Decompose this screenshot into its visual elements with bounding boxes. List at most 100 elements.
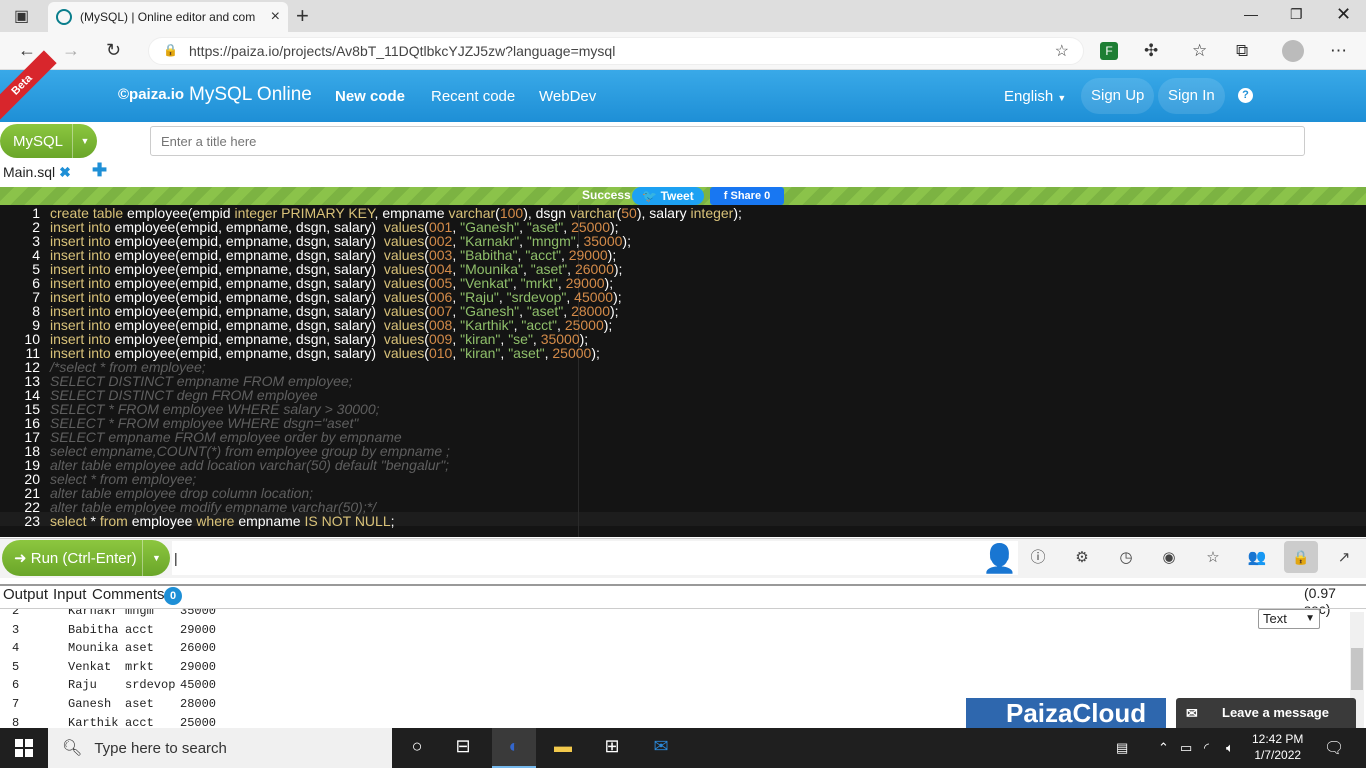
extension-icon[interactable]: F xyxy=(1100,42,1118,60)
code-line[interactable]: select * from employee; xyxy=(50,472,196,486)
leave-message-button[interactable]: ✉ Leave a message xyxy=(1176,698,1356,728)
language-label: English xyxy=(1004,88,1054,105)
minimize-icon[interactable]: — xyxy=(1244,6,1258,22)
collaborators-icon[interactable]: 👥 xyxy=(1241,544,1273,572)
wifi-icon[interactable]: ◜ xyxy=(1204,740,1209,756)
tab-input[interactable]: Input xyxy=(53,586,86,603)
tab-comments[interactable]: Comments xyxy=(92,586,165,603)
code-line[interactable]: select empname,COUNT(*) from employee gr… xyxy=(50,444,450,458)
task-view-icon[interactable]: ⊟ xyxy=(448,736,478,760)
output-scroll-thumb[interactable] xyxy=(1351,648,1363,690)
help-icon[interactable]: ? xyxy=(1238,88,1253,103)
signin-button[interactable]: Sign In xyxy=(1158,78,1225,114)
code-line[interactable]: select * from employee where empname IS … xyxy=(50,514,395,528)
code-line[interactable]: insert into employee(empid, empname, dsg… xyxy=(50,332,588,346)
more-menu-icon[interactable]: ⋯ xyxy=(1330,41,1347,61)
signup-button[interactable]: Sign Up xyxy=(1081,78,1155,114)
new-tab-icon[interactable]: + xyxy=(296,4,309,28)
code-line[interactable]: insert into employee(empid, empname, dsg… xyxy=(50,248,616,262)
code-line[interactable]: SELECT DISTINCT degn FROM employee xyxy=(50,388,318,402)
code-line[interactable]: insert into employee(empid, empname, dsg… xyxy=(50,220,619,234)
code-line[interactable]: alter table employee modify empname varc… xyxy=(50,500,376,514)
language-select[interactable]: English ▼ xyxy=(1004,88,1066,105)
paiza-logo[interactable]: ©paiza.io xyxy=(118,86,184,103)
line-number: 18 xyxy=(24,443,40,459)
code-line[interactable]: SELECT * FROM employee WHERE dsgn="aset" xyxy=(50,416,358,430)
restore-icon[interactable]: ❐ xyxy=(1290,6,1303,23)
edge-browser-icon[interactable]: ◐ xyxy=(499,736,529,760)
extensions-puzzle-icon[interactable]: ✣ xyxy=(1144,41,1158,61)
tweet-button[interactable]: 🐦 Tweet xyxy=(632,187,704,205)
share-button[interactable]: f Share 0 xyxy=(710,187,784,205)
code-line[interactable]: insert into employee(empid, empname, dsg… xyxy=(50,276,613,290)
stdin-input[interactable]: | xyxy=(172,541,1018,575)
code-line[interactable]: SELECT * FROM employee WHERE salary > 30… xyxy=(50,402,380,416)
windows-start-icon[interactable] xyxy=(15,739,33,757)
close-file-icon[interactable]: ✖ xyxy=(59,164,71,180)
forward-icon[interactable]: → xyxy=(62,40,80,61)
history-clock-icon[interactable]: ◷ xyxy=(1110,544,1142,572)
site-brand[interactable]: MySQL Online xyxy=(189,84,312,106)
tab-output[interactable]: Output xyxy=(3,586,48,603)
news-icon[interactable]: ▤ xyxy=(1116,740,1128,756)
paizacloud-banner[interactable]: PaizaCloud xyxy=(966,698,1166,728)
nav-webdev[interactable]: WebDev xyxy=(539,88,596,105)
cortana-icon[interactable]: ○ xyxy=(402,736,432,760)
nav-recent-code[interactable]: Recent code xyxy=(431,88,515,105)
run-options-chevron-icon[interactable]: ▼ xyxy=(142,540,170,576)
favorites-icon[interactable]: ☆ xyxy=(1192,41,1207,61)
lock-icon[interactable]: 🔒 xyxy=(1284,541,1318,573)
battery-icon[interactable]: ▭ xyxy=(1180,740,1192,756)
output-cell: 26000 xyxy=(180,641,217,656)
refresh-icon[interactable]: ↻ xyxy=(106,40,121,61)
run-label: Run (Ctrl-Enter) xyxy=(30,550,137,567)
chevron-down-icon[interactable]: ▼ xyxy=(72,124,97,158)
close-window-icon[interactable]: ✕ xyxy=(1336,4,1351,25)
code-line[interactable]: insert into employee(empid, empname, dsg… xyxy=(50,262,622,276)
share-external-icon[interactable]: ↗ xyxy=(1328,544,1360,572)
show-hidden-icons-chevron[interactable]: ⌃ xyxy=(1158,740,1169,756)
taskbar-clock[interactable]: 12:42 PM 1/7/2022 xyxy=(1252,731,1303,763)
code-line[interactable]: SELECT DISTINCT empname FROM employee; xyxy=(50,374,353,388)
code-line[interactable]: SELECT empname FROM employee order by em… xyxy=(50,430,402,444)
settings-gear-icon[interactable]: ⚙ xyxy=(1066,544,1098,572)
star-icon[interactable]: ☆ xyxy=(1197,544,1229,572)
github-icon[interactable]: ◉ xyxy=(1153,544,1185,572)
line-number: 16 xyxy=(24,415,40,431)
file-tab[interactable]: Main.sql ✖ xyxy=(3,164,71,181)
notifications-icon[interactable]: 🗨︎ xyxy=(1324,738,1344,758)
close-tab-icon[interactable]: × xyxy=(271,8,280,26)
add-favorite-icon[interactable]: ☆ xyxy=(1055,41,1069,61)
code-line[interactable]: alter table employee add location varcha… xyxy=(50,458,449,472)
tab-actions-icon[interactable]: ▣ xyxy=(14,6,29,26)
output-format-select[interactable]: Text ▼ xyxy=(1258,609,1320,629)
run-button[interactable]: ➜ Run (Ctrl-Enter) ▼ xyxy=(2,540,170,576)
profile-avatar-icon[interactable] xyxy=(1282,40,1304,62)
code-line[interactable]: alter table employee drop column locatio… xyxy=(50,486,313,500)
info-icon[interactable]: ⓘ xyxy=(1022,544,1054,572)
code-lines[interactable]: 1 create table employee(empid integer PRI… xyxy=(0,206,1366,536)
url-field[interactable]: 🔒 https://paiza.io/projects/Av8bT_11DQtl… xyxy=(148,37,1084,65)
store-icon[interactable]: ⊞ xyxy=(597,736,627,760)
code-line[interactable]: insert into employee(empid, empname, dsg… xyxy=(50,290,622,304)
mail-icon[interactable]: ✉ xyxy=(646,736,676,760)
nav-new-code[interactable]: New code xyxy=(335,88,405,105)
line-number: 7 xyxy=(32,289,40,305)
title-input[interactable] xyxy=(150,126,1305,156)
lock-icon[interactable]: 🔒 xyxy=(163,43,178,57)
code-line[interactable]: insert into employee(empid, empname, dsg… xyxy=(50,346,600,360)
language-button[interactable]: MySQL ▼ xyxy=(0,124,97,158)
code-line[interactable]: /*select * from employee; xyxy=(50,360,206,374)
code-line[interactable]: insert into employee(empid, empname, dsg… xyxy=(50,318,612,332)
file-explorer-icon[interactable]: ▬ xyxy=(548,736,578,760)
code-line[interactable]: insert into employee(empid, empname, dsg… xyxy=(50,304,619,318)
back-icon[interactable]: ← xyxy=(18,40,36,61)
output-cell: 4 xyxy=(12,641,20,656)
volume-icon[interactable]: 🔈︎ xyxy=(1226,740,1234,756)
code-line[interactable]: create table employee(empid integer PRIM… xyxy=(50,206,742,220)
code-line[interactable]: insert into employee(empid, empname, dsg… xyxy=(50,234,631,248)
collections-icon[interactable]: ⧉ xyxy=(1236,41,1248,61)
taskbar-search[interactable]: 🔍︎ Type here to search xyxy=(48,728,392,768)
browser-tab[interactable]: (MySQL) | Online editor and com × xyxy=(48,2,288,32)
add-file-icon[interactable]: ✚ xyxy=(92,160,107,181)
